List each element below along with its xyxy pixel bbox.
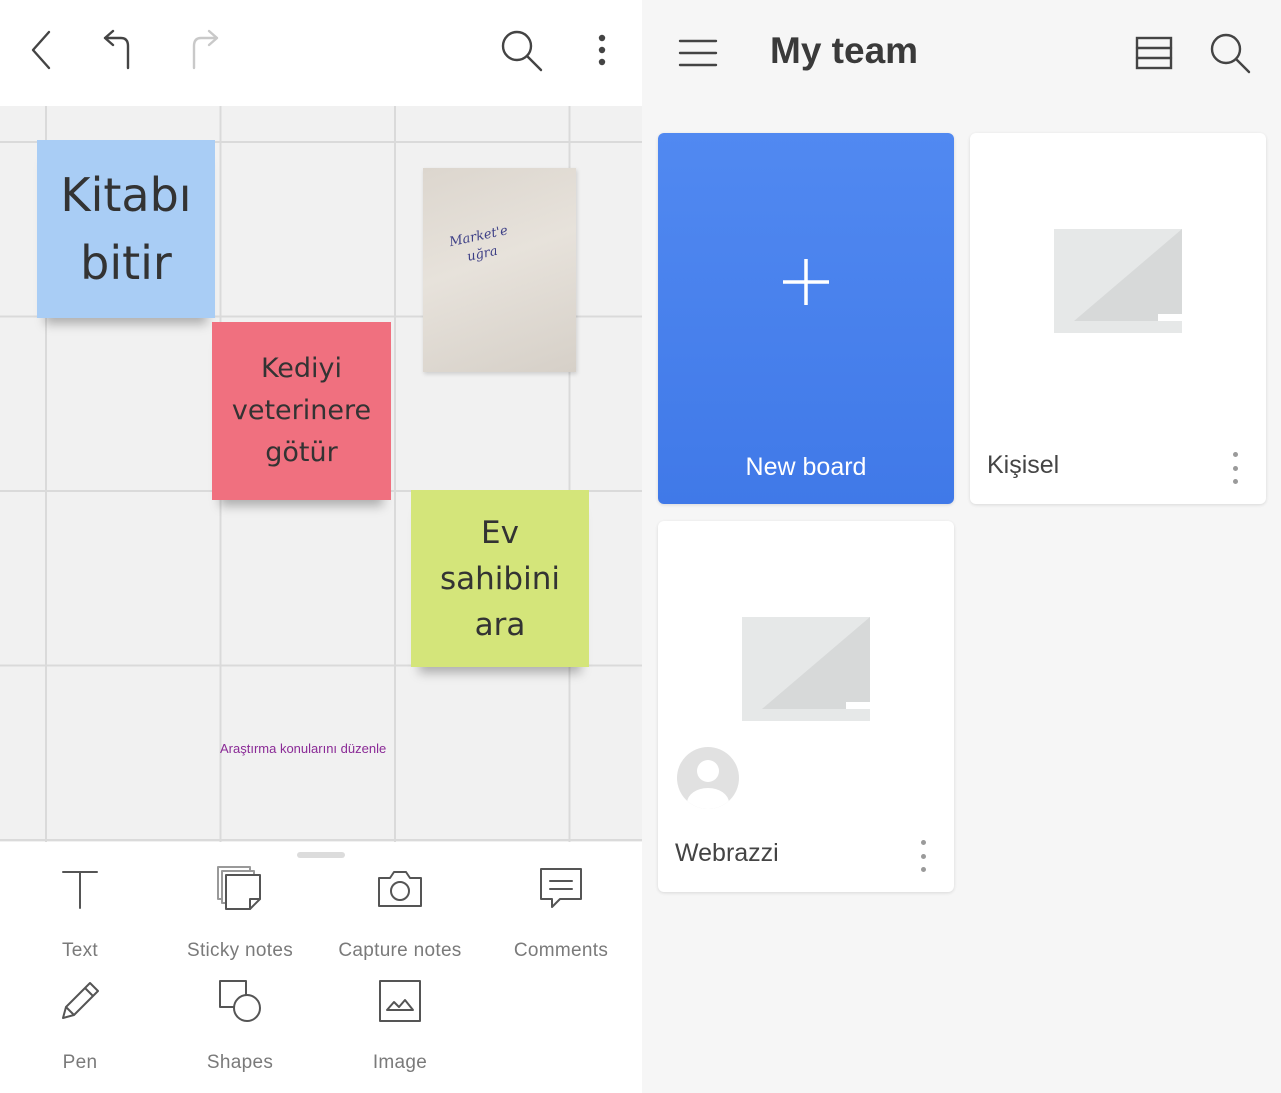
text-item[interactable]: Araştırma konularını düzenle <box>220 741 386 756</box>
tool-pen[interactable]: Pen <box>0 976 160 1076</box>
team-boards-screen: My team New board Kişisel Webrazzi <box>642 0 1281 1093</box>
board-name: Kişisel <box>987 451 1060 479</box>
board-name: Webrazzi <box>675 839 779 867</box>
pen-icon <box>55 976 105 1026</box>
undo-button[interactable] <box>90 22 146 78</box>
app-header: My team <box>642 0 1281 110</box>
panel-drag-handle[interactable] <box>297 852 345 858</box>
dot <box>1232 479 1238 484</box>
search-icon <box>501 30 543 72</box>
sticky-note[interactable]: Kitabı bitir <box>37 140 215 318</box>
chevron-left-icon <box>31 30 51 70</box>
list-view-button[interactable] <box>1126 25 1182 81</box>
sticky-note[interactable]: Ev sahibini ara <box>411 490 589 667</box>
new-board-card[interactable]: New board <box>658 133 954 504</box>
editor-toolbar <box>0 0 642 106</box>
plus-icon <box>783 259 829 305</box>
dot <box>1232 465 1238 471</box>
tool-label: Text <box>61 940 99 961</box>
tool-label: Image <box>372 1052 428 1073</box>
shapes-icon <box>215 976 265 1026</box>
tool-label: Pen <box>62 1052 98 1073</box>
new-board-label: New board <box>745 453 867 481</box>
more-vertical-icon <box>598 34 606 66</box>
tool-label: Capture notes <box>338 940 462 961</box>
menu-button[interactable] <box>670 25 726 81</box>
tool-sticky-notes[interactable]: Sticky notes <box>160 864 320 964</box>
hamburger-icon <box>678 39 718 67</box>
image-icon <box>375 976 425 1026</box>
tool-label: Sticky notes <box>186 940 294 961</box>
tool-capture-notes[interactable]: Capture notes <box>320 864 480 964</box>
tool-image[interactable]: Image <box>320 976 480 1076</box>
back-button[interactable] <box>14 22 70 78</box>
board-thumbnail-icon <box>742 617 870 721</box>
tool-comments[interactable]: Comments <box>481 864 641 964</box>
tool-text[interactable]: Text <box>0 864 160 964</box>
handwritten-text: Market'e uğra <box>448 223 510 265</box>
dot <box>920 867 926 872</box>
tools-panel: Text Sticky notes Capture notes Comments… <box>0 842 642 1093</box>
search-icon <box>1210 33 1251 74</box>
search-button[interactable] <box>493 22 549 78</box>
dot <box>920 840 926 845</box>
page-title: My team <box>770 30 919 71</box>
sticky-note-text: Ev sahibini ara <box>440 514 560 643</box>
search-button[interactable] <box>1202 25 1258 81</box>
comment-icon <box>536 864 586 914</box>
tool-label: Comments <box>513 940 609 961</box>
whiteboard-editor: Kitabı bitir Kediyi veterinere götür Mar… <box>0 0 642 1093</box>
board-more-options-button[interactable] <box>911 836 935 876</box>
board-thumbnail-icon <box>1054 229 1182 333</box>
tool-label: Shapes <box>206 1052 274 1073</box>
redo-icon <box>192 29 219 70</box>
text-icon <box>55 864 105 914</box>
user-avatar-icon <box>687 760 729 809</box>
board-card[interactable]: Kişisel <box>970 133 1266 504</box>
board-card[interactable]: Webrazzi <box>658 521 954 892</box>
avatar <box>677 747 739 809</box>
undo-icon <box>103 29 130 70</box>
sticky-note-text: Kediyi veterinere götür <box>231 353 372 468</box>
more-options-button[interactable] <box>574 22 630 78</box>
camera-icon <box>375 864 425 914</box>
dot <box>1232 452 1238 457</box>
dot <box>920 853 926 859</box>
sticky-note-text: Kitabı bitir <box>60 168 192 290</box>
redo-button[interactable] <box>176 22 232 78</box>
captured-photo-note[interactable]: Market'e uğra <box>423 168 576 372</box>
board-more-options-button[interactable] <box>1223 448 1247 488</box>
board-canvas[interactable]: Kitabı bitir Kediyi veterinere götür Mar… <box>0 106 642 842</box>
sticky-note[interactable]: Kediyi veterinere götür <box>212 322 391 500</box>
tool-shapes[interactable]: Shapes <box>160 976 320 1076</box>
sticky-notes-icon <box>215 864 265 914</box>
list-view-icon <box>1135 36 1173 70</box>
